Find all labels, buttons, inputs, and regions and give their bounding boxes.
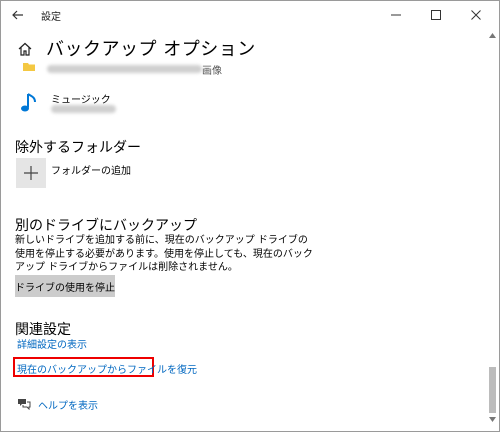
back-arrow-icon[interactable] [9, 6, 27, 24]
window-title: 設定 [41, 12, 61, 23]
scroll-up-arrow-icon[interactable] [489, 33, 496, 38]
other-drive-description: 新しいドライブを追加する前に、現在のバックアップ ドライブの使用を停止する必要が… [15, 235, 313, 273]
other-drive-heading: 別のドライブにバックアップ [15, 218, 197, 234]
add-folder-label[interactable]: フォルダーの追加 [51, 162, 131, 177]
page-title: バックアップ オプション [46, 39, 256, 60]
blurred-music-path [51, 105, 116, 113]
add-folder-button[interactable] [16, 158, 46, 188]
minimize-icon [391, 14, 401, 16]
stop-drive-button[interactable]: ドライブの使用を停止 [15, 275, 115, 297]
folder-icon [23, 63, 35, 71]
chat-help-icon [18, 399, 31, 410]
music-note-icon [21, 93, 36, 112]
home-icon[interactable] [17, 41, 33, 57]
maximize-icon [431, 10, 441, 20]
music-folder-label[interactable]: ミュージック [51, 91, 111, 106]
exclude-folders-heading: 除外するフォルダー [15, 140, 141, 156]
scroll-down-arrow-icon[interactable] [489, 417, 496, 422]
advanced-settings-link[interactable]: 詳細設定の表示 [17, 336, 87, 351]
vertical-scrollbar[interactable] [487, 31, 497, 429]
settings-window: 設定 バックアップ オプション 画像 ミュージック 除外するフォルダー フォルダ… [0, 0, 500, 432]
scrollbar-thumb[interactable] [489, 367, 496, 413]
close-button[interactable] [456, 1, 496, 29]
title-bar: 設定 [1, 1, 499, 29]
close-icon [471, 10, 481, 20]
minimize-button[interactable] [376, 1, 416, 29]
plus-icon [24, 166, 38, 180]
blurred-folder-path [47, 65, 202, 73]
maximize-button[interactable] [416, 1, 456, 29]
restore-files-link[interactable]: 現在のバックアップからファイルを復元 [17, 361, 197, 376]
folder-path-suffix: 画像 [202, 66, 222, 77]
get-help-link[interactable]: ヘルプを表示 [38, 397, 98, 412]
